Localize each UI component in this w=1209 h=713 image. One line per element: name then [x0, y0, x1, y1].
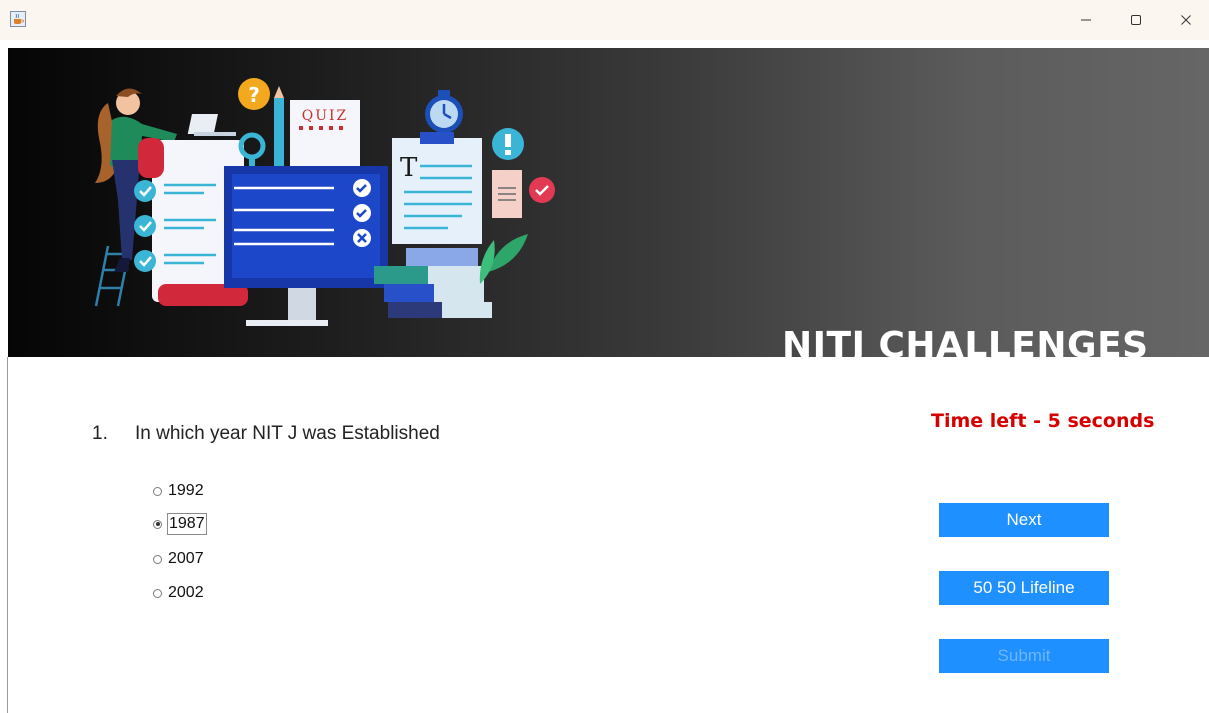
radio-button-icon[interactable]: [153, 486, 162, 496]
radio-button-selected-icon[interactable]: [153, 519, 162, 529]
quiz-illustration: ? QUIZ T: [94, 78, 555, 326]
minimize-icon: [1081, 19, 1091, 21]
question-number: 1.: [92, 423, 108, 444]
quiz-banner: ? QUIZ T NITJ CHALLENGES: [8, 48, 1209, 357]
question-text: In which year NIT J was Established: [135, 423, 440, 444]
close-button[interactable]: [1163, 0, 1209, 40]
quiz-window: ? QUIZ T NITJ CHALLENGES 1. In which yea…: [0, 0, 1209, 713]
close-icon: [1181, 15, 1191, 25]
minimize-button[interactable]: [1063, 0, 1109, 40]
clipboard-document-icon: T: [392, 132, 482, 244]
fifty-fifty-lifeline-button[interactable]: 50 50 Lifeline: [939, 571, 1109, 605]
title-bar[interactable]: [0, 0, 1209, 40]
radio-button-icon[interactable]: [153, 588, 162, 598]
books-icon: [374, 248, 492, 318]
option-label[interactable]: 2002: [167, 583, 205, 603]
java-cup-icon: [10, 11, 26, 27]
next-button[interactable]: Next: [939, 503, 1109, 537]
submit-button[interactable]: Submit: [939, 639, 1109, 673]
maximize-button[interactable]: [1113, 0, 1159, 40]
monitor-icon: [224, 166, 388, 326]
option-label[interactable]: 2007: [167, 549, 205, 569]
maximize-icon: [1131, 15, 1141, 25]
banner-title: NITJ CHALLENGES: [782, 325, 1149, 358]
option-1[interactable]: 1992: [153, 480, 205, 502]
magnifier-icon: [238, 132, 266, 160]
option-label[interactable]: 1987: [167, 513, 207, 535]
time-left-label: Time left - 5 seconds: [931, 410, 1155, 432]
check-badge-icon: [529, 177, 555, 203]
radio-button-icon[interactable]: [153, 554, 162, 564]
svg-text:?: ?: [248, 83, 260, 107]
option-2[interactable]: 1987: [153, 513, 207, 535]
content-pane-border: [7, 357, 8, 713]
option-label[interactable]: 1992: [167, 481, 205, 501]
svg-text:T: T: [400, 153, 418, 183]
svg-text:QUIZ: QUIZ: [302, 108, 349, 124]
option-3[interactable]: 2007: [153, 548, 205, 570]
option-4[interactable]: 2002: [153, 582, 205, 604]
stopwatch-icon: [425, 90, 463, 133]
